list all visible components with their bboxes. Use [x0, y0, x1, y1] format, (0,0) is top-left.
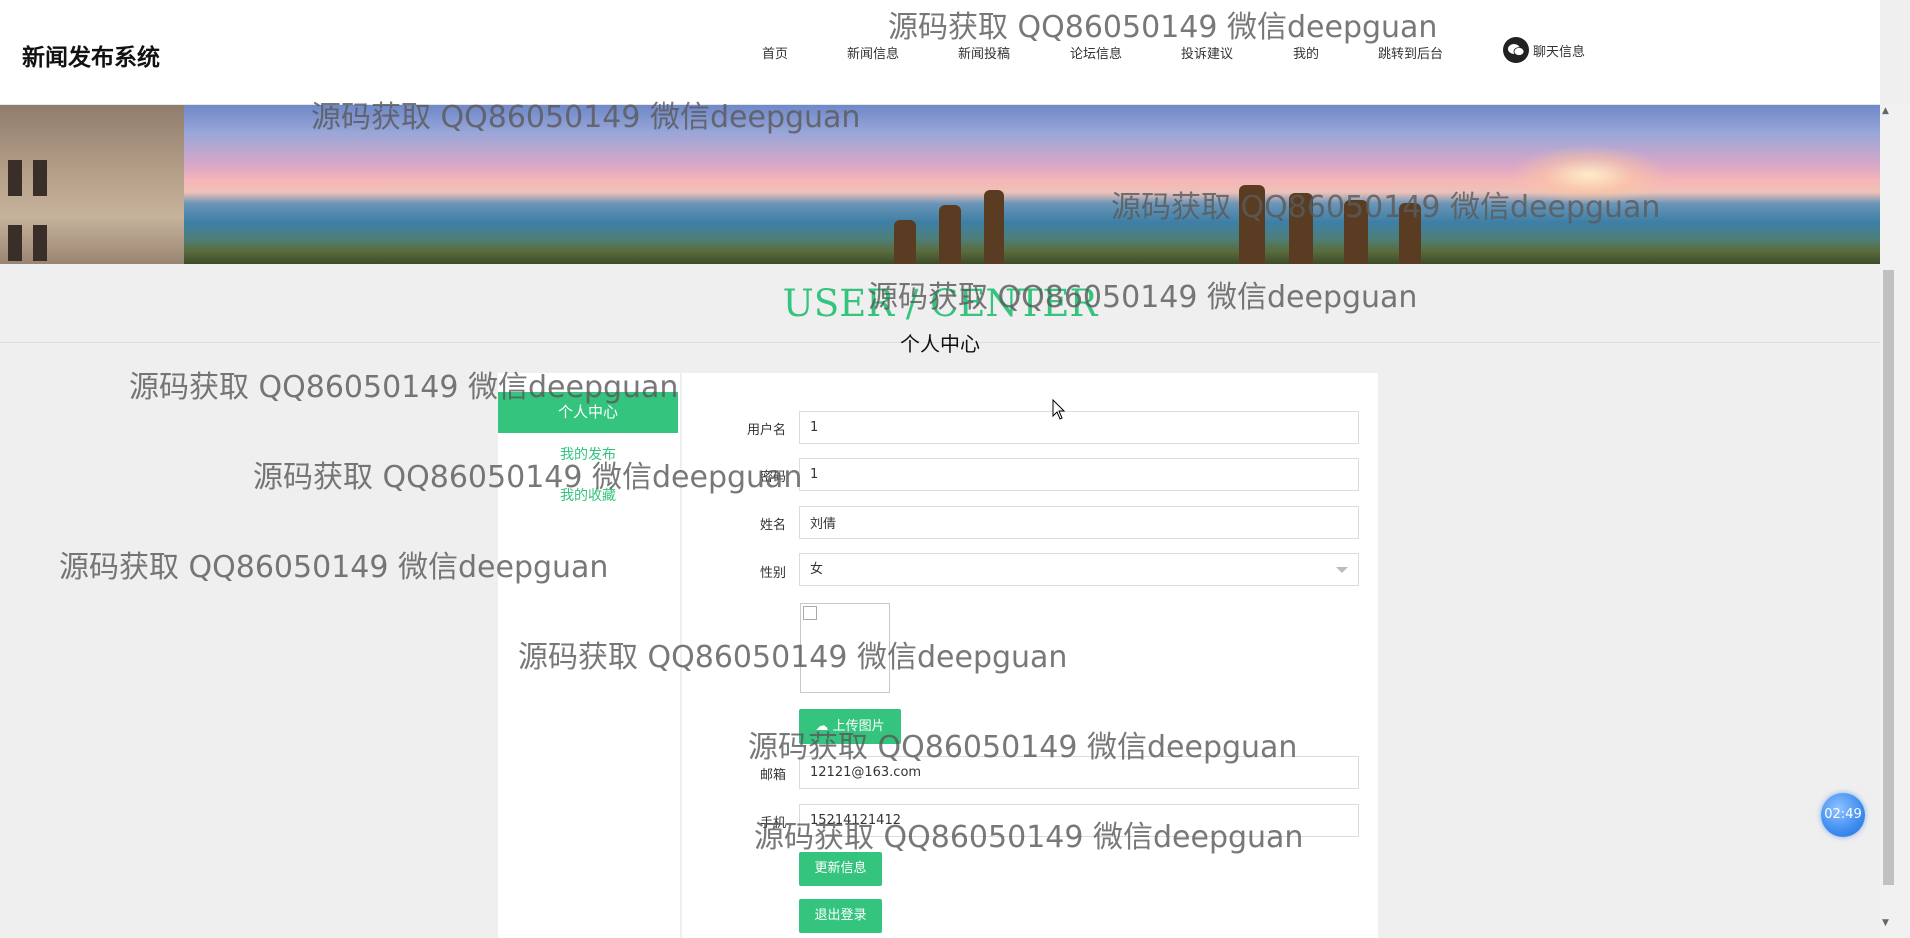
banner-building: [0, 105, 184, 264]
scroll-up-icon[interactable]: ▲: [1882, 106, 1889, 116]
site-logo[interactable]: 新闻发布系统: [22, 38, 160, 72]
broken-image-icon: [803, 606, 817, 620]
upload-image-label: 上传图片: [832, 719, 885, 734]
nav-submit-news[interactable]: 新闻投稿: [958, 43, 1010, 62]
timer-badge[interactable]: 02:49: [1821, 793, 1865, 837]
name-input[interactable]: [799, 506, 1359, 539]
username-input[interactable]: [799, 411, 1359, 444]
password-label: 密码: [759, 470, 786, 485]
upload-cloud-icon: ☁: [815, 719, 829, 734]
gender-select[interactable]: 女: [799, 553, 1359, 586]
avatar-preview: [800, 603, 890, 693]
chat-link[interactable]: 聊天信息: [1503, 37, 1585, 63]
sidebar-item-my-posts[interactable]: 我的发布: [498, 444, 678, 464]
phone-label: 手机: [759, 816, 786, 831]
nav-complaints[interactable]: 投诉建议: [1181, 43, 1233, 62]
phone-input[interactable]: [799, 804, 1359, 837]
nav-news[interactable]: 新闻信息: [847, 43, 899, 62]
sidebar-item-user-center[interactable]: 个人中心: [498, 392, 678, 433]
scrollbar-thumb[interactable]: [1883, 270, 1894, 885]
name-label: 姓名: [759, 518, 786, 533]
top-header: 新闻发布系统 首页 新闻信息 新闻投稿 论坛信息 投诉建议 我的 跳转到后台 聊…: [0, 0, 1880, 105]
upload-image-button[interactable]: ☁ 上传图片: [799, 709, 901, 744]
gender-label: 性别: [759, 566, 786, 581]
nav-home[interactable]: 首页: [762, 43, 788, 62]
nav-mine[interactable]: 我的: [1293, 43, 1319, 62]
email-label: 邮箱: [759, 768, 786, 783]
section-title-cn: 个人中心: [900, 332, 980, 356]
scroll-down-icon[interactable]: ▼: [1882, 918, 1889, 928]
mouse-cursor-icon: [1052, 399, 1066, 420]
update-info-button[interactable]: 更新信息: [799, 852, 882, 886]
chevron-down-icon: [1336, 567, 1348, 573]
banner-image: [0, 105, 1880, 264]
gender-selected-value: 女: [810, 562, 824, 577]
chat-label: 聊天信息: [1533, 44, 1586, 60]
section-title-en: USER / CENTER: [782, 282, 1098, 325]
nav-forum[interactable]: 论坛信息: [1070, 43, 1122, 62]
sidebar-item-my-favorites[interactable]: 我的收藏: [498, 485, 678, 505]
password-input[interactable]: [799, 458, 1359, 491]
wechat-icon: [1503, 37, 1529, 63]
banner-seascape: [184, 105, 1880, 264]
username-label: 用户名: [746, 423, 786, 438]
nav-backend[interactable]: 跳转到后台: [1378, 43, 1443, 62]
email-input[interactable]: [799, 756, 1359, 789]
logout-button[interactable]: 退出登录: [799, 899, 882, 933]
